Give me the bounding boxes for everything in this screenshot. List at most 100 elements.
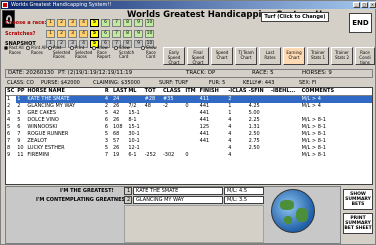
table-cell: 441 [199,110,210,116]
radio-icon[interactable] [26,46,30,50]
table-cell: 1.31 [248,124,260,130]
show-summary-bets-button[interactable]: SHOW SUMMARY BETS [343,189,373,210]
table-cell [184,145,198,152]
table-row[interactable]: 8 10 LUCKY ESTHER 5 26 12-1 4 2.50 M/L > 8-1 [6,145,372,152]
table-cell: 6-1 [128,152,137,158]
scr-button-1[interactable]: 1 [46,30,55,38]
column-header[interactable]: PP [16,88,27,96]
tool-button-5[interactable]: Earning Chart [283,47,305,65]
table-row[interactable]: 1 1 KATE THE SMATE 4 24 #28 #35 411 2 M/L > 4 [6,95,372,103]
race-button-10[interactable]: 10 [145,19,154,27]
table-cell [270,131,301,138]
column-header[interactable]: -IBEHL... [269,88,301,96]
race-button-3[interactable]: 3 [68,19,77,27]
horse-table: SC PP HORSE NAME R LAST ML TOT CLASS ITM FINISH -I… [5,87,373,185]
table-row[interactable]: 4 5 DOLCE VINO 6 26 8-1 441 4 2.25 M/L > 8-1 [6,117,372,124]
radio-icon[interactable] [114,46,118,50]
scr-button-5[interactable]: 5 [90,30,99,38]
table-cell [162,138,184,145]
table-cell: M/L > 8-1 [301,124,326,130]
table-cell: WINNOOSKI [27,124,58,130]
print-summary-bet-sheet-button[interactable]: PRINT SUMMARY BET SHEET [343,213,373,234]
column-header[interactable]: LAST [111,88,128,96]
radio-icon[interactable] [48,46,52,50]
scr-button-10[interactable]: 10 [145,30,154,38]
table-row[interactable]: 2 2 GLANCING MY WAY 2 26 7/2 48 -2 0 441 1 4.25 M/L … [6,103,372,110]
table-cell: 42 [112,110,120,116]
table-cell: 10 [17,145,24,151]
table-row[interactable]: 3 3 GRE CAKES 5 42 15-1 441 1 5.00 [6,110,372,117]
table-cell: FIREMINI [27,152,50,158]
table-cell: 4.25 [248,103,260,109]
column-header[interactable]: SC [6,88,17,96]
option-2[interactable]: Past Selected Races [48,45,71,60]
scr-button-6[interactable]: 6 [101,30,110,38]
column-header[interactable]: -ICLAS [227,88,248,96]
table-cell: 6 [104,124,109,130]
end-button[interactable]: END [349,13,372,33]
race-button-2[interactable]: 2 [57,19,66,27]
pick-2-label: I'M CONTEMPLATING GREATNESS [36,197,129,203]
table-cell: 1 [228,103,232,109]
column-header[interactable]: TOT [143,88,162,96]
race-button-5[interactable]: 5 [90,19,99,27]
table-cell: 6 [104,117,109,123]
column-header[interactable]: FINISH [198,88,228,96]
scr-button-8[interactable]: 8 [123,30,132,38]
option-5[interactable]: Show Scratch Card [114,45,136,60]
scr-button-3[interactable]: 3 [68,30,77,38]
table-cell: 7/2 [128,103,137,109]
radio-icon[interactable] [92,46,96,50]
race-button-9[interactable]: 9 [134,19,143,27]
tool-button-8[interactable]: Race Condi tions [355,47,375,65]
tool-button-6[interactable]: Trainer Stats 1 [307,47,329,65]
race-button-1[interactable]: 1 [46,19,55,27]
pick-2-rank: 2 [124,196,132,204]
minimize-icon[interactable]: _ [353,2,360,8]
tool-button-3[interactable]: TJ Team Chart [235,47,257,65]
scr-button-4[interactable]: 4 [79,30,88,38]
column-header[interactable]: -SFIN [247,88,270,96]
close-icon[interactable]: × [369,2,376,8]
table-cell: 2.50 [248,145,260,151]
option-1[interactable]: Print All Races [26,45,48,55]
turf-change-button[interactable]: Turf (Click to Change) [261,12,329,22]
race-button-4[interactable]: 4 [79,19,88,27]
radio-icon[interactable] [70,46,74,50]
column-header[interactable]: R [103,88,112,96]
column-header[interactable]: ML [127,88,144,96]
option-label: Past Selected Races [53,45,71,59]
radio-icon[interactable] [4,46,8,50]
column-header[interactable]: HORSE NAME [26,88,104,96]
scr-button-9[interactable]: 9 [134,30,143,38]
option-0[interactable]: Past All Races [4,45,26,55]
scr-button-2[interactable]: 2 [57,30,66,38]
column-header[interactable]: ITM [184,88,199,96]
race-button-8[interactable]: 8 [123,19,132,27]
tool-button-4[interactable]: Last Rates [259,47,281,65]
table-cell: 4 [7,117,11,123]
table-cell: #35 [161,95,185,103]
race-button-6[interactable]: 6 [101,19,110,27]
column-header[interactable]: CLASS [161,88,185,96]
table-row[interactable]: 7 9 ZEALOT 3 57 10-1 441 4 2.75 M/L > 8-1 [6,138,372,145]
scr-button-7[interactable]: 7 [112,30,121,38]
option-4[interactable]: Show Race Report [92,45,114,60]
table-cell [270,124,301,131]
table-row[interactable]: 9 11 FIREMINI 7 19 6-1 -252 -302 0 4 M/L > 8-1 [6,152,372,159]
race-button-7[interactable]: 7 [112,19,121,27]
tool-button-1[interactable]: Final Speed Chart [187,47,209,65]
option-3[interactable]: Print Selected Races [70,45,92,60]
tool-button-7[interactable]: Trainer Stats 2 [331,47,353,65]
radio-icon[interactable] [141,46,145,50]
option-6[interactable]: Show Race Card [141,45,163,60]
table-row[interactable]: 6 7 ROGUE RUNNER 5 68 30-1 441 4 2.50 M/L > 8-1 [6,131,372,138]
table-cell [144,117,162,124]
column-header[interactable]: COMMENTS [300,88,372,96]
table-row[interactable]: 5 6 WINNOOSKI 6 108 15-1 125 4 1.31 M/L > 8-1 [6,124,372,131]
table-cell: 125 [199,124,210,130]
tool-button-2[interactable]: Speed Chart [211,47,233,65]
tool-button-0[interactable]: Early Speed Chart [163,47,185,65]
table-cell: 3 [104,138,109,144]
maximize-icon[interactable]: □ [361,2,368,8]
